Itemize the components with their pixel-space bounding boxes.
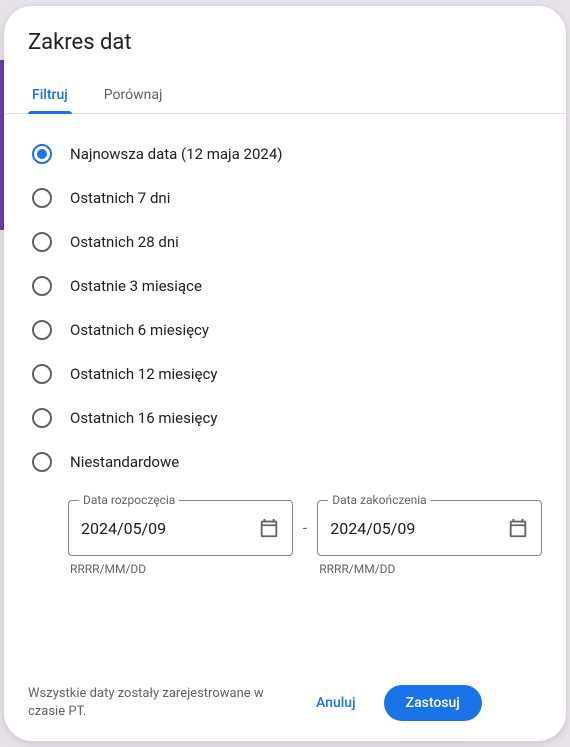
date-start-value: 2024/05/09 <box>81 519 258 538</box>
option-label: Ostatnich 16 miesięcy <box>70 409 217 427</box>
tabs: Filtruj Porównaj <box>4 75 566 114</box>
date-start-input[interactable]: Data rozpoczęcia 2024/05/09 <box>68 500 293 556</box>
date-end-wrap: Data zakończenia 2024/05/09 RRRR/MM/DD <box>317 500 542 576</box>
date-end-hint: RRRR/MM/DD <box>319 562 542 576</box>
option-label: Ostatnich 6 miesięcy <box>70 321 209 339</box>
option-last-6-months[interactable]: Ostatnich 6 miesięcy <box>28 308 542 352</box>
date-start-wrap: Data rozpoczęcia 2024/05/09 RRRR/MM/DD <box>68 500 293 576</box>
timezone-note: Wszystkie daty zostały zarejestrowane w … <box>28 685 288 721</box>
radio-icon <box>32 188 52 208</box>
options-list: Najnowsza data (12 maja 2024) Ostatnich … <box>4 114 566 669</box>
radio-icon <box>32 144 52 164</box>
radio-icon <box>32 452 52 472</box>
option-custom[interactable]: Niestandardowe <box>28 440 542 484</box>
option-last-7-days[interactable]: Ostatnich 7 dni <box>28 176 542 220</box>
option-label: Ostatnich 12 miesięcy <box>70 365 217 383</box>
date-end-input[interactable]: Data zakończenia 2024/05/09 <box>317 500 542 556</box>
option-label: Najnowsza data (12 maja 2024) <box>70 145 282 163</box>
radio-icon <box>32 276 52 296</box>
option-latest-date[interactable]: Najnowsza data (12 maja 2024) <box>28 132 542 176</box>
date-start-hint: RRRR/MM/DD <box>70 562 293 576</box>
date-separator: - <box>303 518 307 537</box>
date-start-legend: Data rozpoczęcia <box>79 493 179 507</box>
apply-button[interactable]: Zastosuj <box>384 685 482 721</box>
option-label: Ostatnich 28 dni <box>70 233 179 251</box>
option-last-16-months[interactable]: Ostatnich 16 miesięcy <box>28 396 542 440</box>
date-end-legend: Data zakończenia <box>328 493 430 507</box>
option-last-28-days[interactable]: Ostatnich 28 dni <box>28 220 542 264</box>
dialog-title: Zakres dat <box>28 30 542 55</box>
tab-filter[interactable]: Filtruj <box>28 75 72 113</box>
radio-icon <box>32 320 52 340</box>
date-end-value: 2024/05/09 <box>330 519 507 538</box>
dialog-header: Zakres dat <box>4 6 566 55</box>
option-last-3-months[interactable]: Ostatnie 3 miesiące <box>28 264 542 308</box>
radio-icon <box>32 232 52 252</box>
tab-compare[interactable]: Porównaj <box>100 75 167 113</box>
radio-icon <box>32 364 52 384</box>
date-range-dialog: Zakres dat Filtruj Porównaj Najnowsza da… <box>4 6 566 741</box>
cancel-button[interactable]: Anuluj <box>304 687 368 719</box>
option-label: Niestandardowe <box>70 453 179 471</box>
option-label: Ostatnie 3 miesiące <box>70 277 202 295</box>
calendar-icon[interactable] <box>258 517 280 539</box>
calendar-icon[interactable] <box>507 517 529 539</box>
radio-icon <box>32 408 52 428</box>
option-last-12-months[interactable]: Ostatnich 12 miesięcy <box>28 352 542 396</box>
custom-date-row: Data rozpoczęcia 2024/05/09 RRRR/MM/DD -… <box>68 500 542 576</box>
dialog-footer: Wszystkie daty zostały zarejestrowane w … <box>4 669 566 741</box>
option-label: Ostatnich 7 dni <box>70 189 170 207</box>
